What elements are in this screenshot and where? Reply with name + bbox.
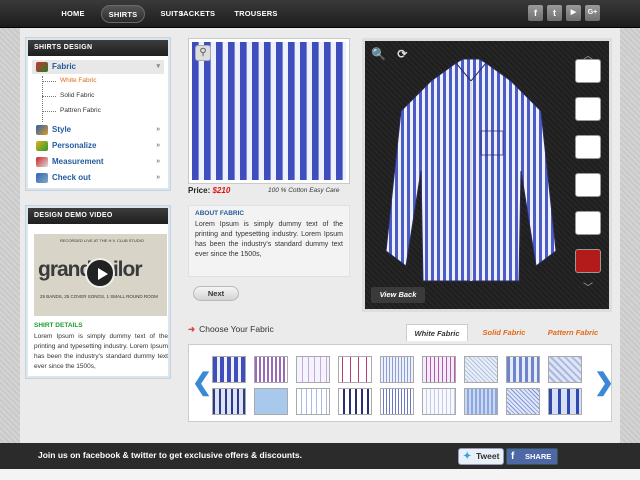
fabric-swatch[interactable] <box>212 356 246 383</box>
facebook-share-button[interactable]: f SHARE <box>506 448 558 465</box>
video-caption-top: RECORDED LIVE AT THE H.V. CLUB STUDIO <box>60 238 144 243</box>
chevron-right-icon: » <box>156 126 160 133</box>
thumb-back[interactable] <box>575 211 601 235</box>
tweet-label: Tweet <box>476 451 500 461</box>
nav-shirts[interactable]: SHIRTS <box>101 5 145 23</box>
personalize-icon <box>36 141 48 151</box>
fabric-swatch[interactable] <box>380 356 414 383</box>
chevron-down-icon: ▾ <box>156 63 160 70</box>
bottom-bar <box>0 469 640 480</box>
measurement-icon <box>36 157 48 167</box>
tab-pattern-fabric[interactable]: Pattern Fabric <box>542 324 604 341</box>
swatch-prev-icon[interactable]: ❮ <box>192 368 212 397</box>
thumb-pocket[interactable] <box>575 173 601 197</box>
menu-personalize[interactable]: Personalize » <box>34 139 164 153</box>
twitter-icon[interactable]: t <box>547 5 562 21</box>
price: Price: $210 <box>188 186 230 195</box>
shirt-model <box>385 58 557 282</box>
menu-label: Style <box>52 125 72 134</box>
fabric-swatch[interactable] <box>422 356 456 383</box>
about-fabric-box: ABOUT FABRIC Lorem Ipsum is simply dummy… <box>188 205 350 277</box>
thumb-cuff[interactable] <box>575 135 601 159</box>
menu-measurement[interactable]: Measurement » <box>34 155 164 169</box>
about-fabric-title: ABOUT FABRIC <box>195 210 245 217</box>
fabric-swatch[interactable] <box>464 356 498 383</box>
social-footer: Join us on facebook & twitter to get exc… <box>0 443 640 469</box>
tweet-button[interactable]: ✦ Tweet <box>458 448 504 465</box>
menu-label: Personalize <box>52 141 97 150</box>
nav-jackets[interactable]: JACKETS <box>177 5 217 23</box>
menu-label: Check out <box>52 173 91 182</box>
video-caption-bottom: 25 BANDS, 25 COVER SONGS, 1 SMALL ROUND … <box>40 294 158 299</box>
chevron-right-icon: » <box>156 142 160 149</box>
shirt-details-text: Lorem Ipsum is simply dummy text of the … <box>34 333 168 370</box>
fabric-swatch[interactable] <box>548 356 582 383</box>
checkout-icon <box>36 173 48 183</box>
zoom-icon[interactable]: ⚲ <box>195 45 211 61</box>
next-button[interactable]: Next <box>193 286 239 301</box>
tab-white-fabric[interactable]: White Fabric <box>406 324 468 341</box>
price-label: Price: <box>188 186 211 195</box>
fabric-swatch[interactable] <box>338 388 372 415</box>
youtube-icon[interactable]: ▶ <box>566 5 581 21</box>
panel-title: SHIRTS DESIGN <box>28 40 168 56</box>
googleplus-icon[interactable]: G+ <box>585 5 600 21</box>
fabric-swatch[interactable] <box>506 356 540 383</box>
shirt-details-title: SHIRT DETAILS <box>34 322 83 329</box>
fabric-swatch-large <box>192 42 346 180</box>
fabric-swatch[interactable] <box>506 388 540 415</box>
style-icon <box>36 125 48 135</box>
thumb-collar[interactable] <box>575 59 601 83</box>
footer-message: Join us on facebook & twitter to get exc… <box>38 450 303 460</box>
fabric-swatch[interactable] <box>296 388 330 415</box>
submenu-solid-fabric[interactable]: Solid Fabric <box>60 90 94 102</box>
submenu-pattern-fabric[interactable]: Pattren Fabric <box>60 105 101 117</box>
choose-fabric-label: Choose Your Fabric <box>199 324 274 334</box>
menu-fabric[interactable]: Fabric ▾ <box>34 60 164 74</box>
twitter-bird-icon: ✦ <box>463 451 472 462</box>
scroll-down-icon[interactable]: ﹀ <box>583 279 593 294</box>
facebook-icon[interactable]: f <box>528 5 543 21</box>
shirts-design-panel: SHIRTS DESIGN Fabric ▾ White Fabric Soli… <box>26 38 170 190</box>
nav-home[interactable]: HOME <box>58 5 88 23</box>
thumb-button[interactable] <box>575 249 601 273</box>
chevron-right-icon: » <box>156 174 160 181</box>
swatch-next-icon[interactable]: ❯ <box>594 368 614 397</box>
price-value: $210 <box>212 186 231 195</box>
fabric-icon <box>36 62 48 72</box>
fabric-swatch[interactable] <box>548 388 582 415</box>
nav-trousers[interactable]: TROUSERS <box>232 5 280 23</box>
menu-style[interactable]: Style » <box>34 123 164 137</box>
view-back-button[interactable]: View Back <box>371 287 425 303</box>
fabric-preview: ⚲ <box>188 38 350 184</box>
fabric-swatch[interactable] <box>254 356 288 383</box>
fabric-swatch[interactable] <box>380 388 414 415</box>
fabric-swatch[interactable] <box>338 356 372 383</box>
share-label: SHARE <box>525 452 552 461</box>
top-navbar: HOME SHIRTS SUITS JACKETS TROUSERS f t ▶… <box>0 0 640 28</box>
arrow-right-icon: ➜ <box>188 324 196 334</box>
menu-label: Measurement <box>52 157 104 166</box>
shirt-viewer: 🔍 ⟳ View Back ︿ ﹀ <box>362 38 612 312</box>
fabric-material: 100 % Cotton Easy Care <box>268 187 340 194</box>
fabric-swatch[interactable] <box>464 388 498 415</box>
fabric-swatch[interactable] <box>212 388 246 415</box>
facebook-icon: f <box>511 451 515 462</box>
panel-title: DESIGN DEMO VIDEO <box>28 208 168 224</box>
thumb-placket[interactable] <box>575 97 601 121</box>
choose-fabric-heading: ➜ Choose Your Fabric <box>188 324 274 335</box>
fabric-swatch[interactable] <box>296 356 330 383</box>
demo-video[interactable]: RECORDED LIVE AT THE H.V. CLUB STUDIO gr… <box>34 234 167 316</box>
demo-video-panel: DESIGN DEMO VIDEO RECORDED LIVE AT THE H… <box>26 206 170 378</box>
menu-label: Fabric <box>52 62 77 71</box>
chevron-right-icon: » <box>156 158 160 165</box>
submenu-white-fabric[interactable]: White Fabric <box>60 75 96 87</box>
main-content: SHIRTS DESIGN Fabric ▾ White Fabric Soli… <box>20 28 620 443</box>
tab-solid-fabric[interactable]: Solid Fabric <box>476 324 532 341</box>
menu-checkout[interactable]: Check out » <box>34 171 164 185</box>
about-fabric-text: Lorem Ipsum is simply dummy text of the … <box>195 221 343 258</box>
play-icon[interactable] <box>85 258 115 288</box>
fabric-swatch[interactable] <box>422 388 456 415</box>
fabric-swatch[interactable] <box>254 388 288 415</box>
